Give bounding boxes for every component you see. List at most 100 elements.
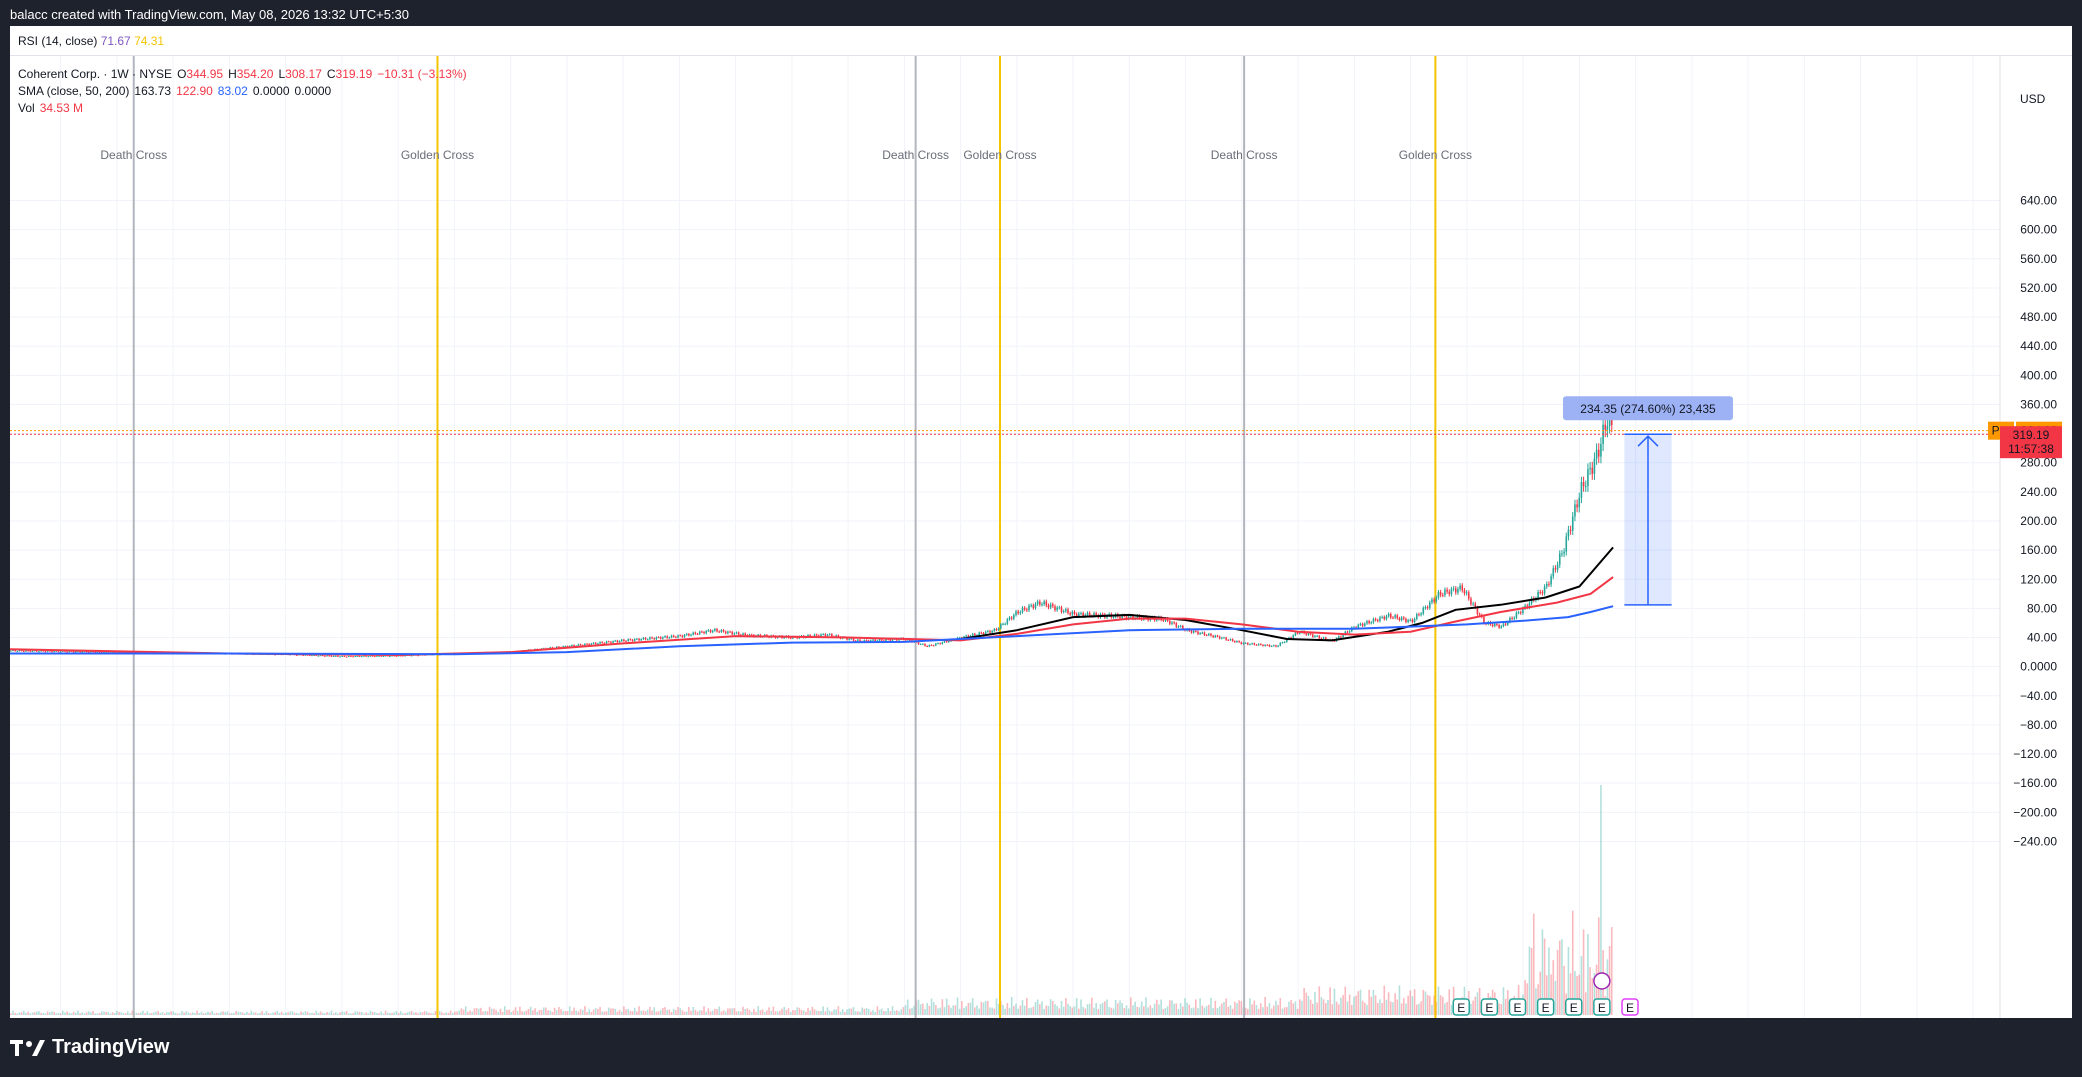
candle-body (1251, 643, 1253, 645)
candle-body (1398, 618, 1401, 621)
candle-body (982, 632, 985, 635)
candle-body (1119, 616, 1121, 619)
candle-body (1426, 607, 1429, 609)
candle-body (653, 638, 656, 640)
price-tick-label: −200.00 (2013, 805, 2057, 819)
candle-body (356, 655, 359, 657)
candle-body (1205, 635, 1208, 637)
tradingview-logo-text: TradingView (52, 1036, 170, 1058)
candle-body (945, 641, 948, 643)
price-chart[interactable]: Death Cross Golden Cross Death Cross Golden… (10, 56, 2072, 1018)
candle-body (1571, 516, 1574, 531)
chart-panel[interactable]: RSI (14, close) 71.67 74.31 Death Cross G… (10, 26, 2072, 1018)
candle-body (1173, 622, 1175, 624)
open-label: O (177, 67, 187, 81)
candle-body (1262, 644, 1264, 646)
candle-body (1244, 642, 1247, 644)
candle-body (324, 655, 326, 657)
sma-value-1: 163.73 (134, 84, 172, 98)
volume-value: 34.53 M (39, 101, 84, 115)
candle-body (1595, 449, 1598, 459)
candle-body (1444, 589, 1446, 595)
candle-body (989, 630, 991, 633)
price-tick-label: −240.00 (2013, 834, 2057, 848)
price-tick-label: 200.00 (2020, 514, 2057, 528)
candle-body (1236, 641, 1238, 643)
candle-body (1374, 618, 1377, 621)
sma-label: SMA (close, 50, 200) (18, 84, 130, 98)
candle-body (1385, 616, 1388, 620)
candle-body (1028, 605, 1030, 611)
candle-body (716, 628, 718, 632)
candle-body (1175, 623, 1178, 627)
candle-body (1223, 637, 1225, 639)
candle-body (670, 635, 673, 638)
candle-body (1043, 601, 1045, 605)
candle-body (1112, 617, 1115, 619)
candle-body (592, 642, 595, 644)
candle-body (677, 635, 679, 638)
candle-body (1413, 618, 1416, 622)
candle-body (352, 656, 354, 658)
symbol-legend[interactable]: Coherent Corp. · 1W · NYSE O344.95 H354.20… (18, 67, 472, 81)
candle-body (1169, 620, 1171, 624)
price-tick-label: 600.00 (2020, 223, 2057, 237)
candle-body (1307, 633, 1310, 635)
candle-body (703, 632, 705, 634)
candle-body (672, 635, 675, 637)
candle-body (1192, 630, 1195, 633)
price-tick-label: 0.0000 (2020, 660, 2057, 674)
candle-body (874, 639, 876, 642)
dividend-marker (1593, 972, 1611, 990)
candle-body (1240, 642, 1243, 644)
candle-body (735, 632, 738, 634)
candle-body (1452, 588, 1455, 590)
candle-body (1216, 635, 1219, 637)
candle-body (822, 634, 824, 636)
tradingview-logo[interactable]: TradingView (10, 1036, 169, 1059)
candle-body (577, 644, 580, 646)
candle-body (382, 655, 385, 657)
candle-body (373, 656, 376, 658)
candle-body (919, 643, 922, 645)
candle-body (878, 639, 881, 641)
candle-body (378, 655, 380, 657)
candle-body (1032, 605, 1035, 608)
candle-body (692, 632, 695, 635)
candle-body (1208, 633, 1210, 636)
volume-label: Vol (18, 101, 35, 115)
candle-body (616, 640, 619, 643)
candle-body (688, 633, 690, 636)
candle-body (389, 656, 391, 658)
candle-body (978, 632, 980, 636)
candle-body (1576, 504, 1578, 508)
candle-body (889, 639, 892, 641)
candle-body (1316, 635, 1318, 637)
candle-body (1465, 592, 1468, 594)
candle-body (59, 651, 62, 653)
candle-body (612, 641, 614, 643)
candle-body (1396, 615, 1399, 619)
candle-body (685, 633, 688, 635)
candle-body (610, 641, 612, 643)
rsi-pane[interactable]: RSI (14, close) 71.67 74.31 (10, 26, 2072, 56)
candle-body (16, 651, 19, 653)
candle-body (1060, 607, 1063, 612)
candle-body (924, 643, 926, 646)
candle-body (642, 637, 645, 640)
candle-body (594, 642, 597, 645)
candle-body (631, 639, 634, 641)
candle-body (1463, 590, 1466, 594)
candle-body (993, 629, 996, 632)
event-label: Death Cross (1211, 148, 1278, 162)
candle-body (1080, 613, 1082, 615)
sma-legend[interactable]: SMA (close, 50, 200) 163.73 122.90 83.02 0.0… (18, 84, 336, 98)
volume-legend[interactable]: Vol 34.53 M (18, 101, 88, 115)
candle-body (1203, 632, 1206, 636)
candle-body (1381, 616, 1383, 618)
candle-body (1058, 607, 1061, 609)
candle-body (51, 650, 53, 652)
candle-body (1266, 644, 1269, 646)
candle-body (1584, 486, 1587, 488)
candle-body (948, 641, 950, 643)
